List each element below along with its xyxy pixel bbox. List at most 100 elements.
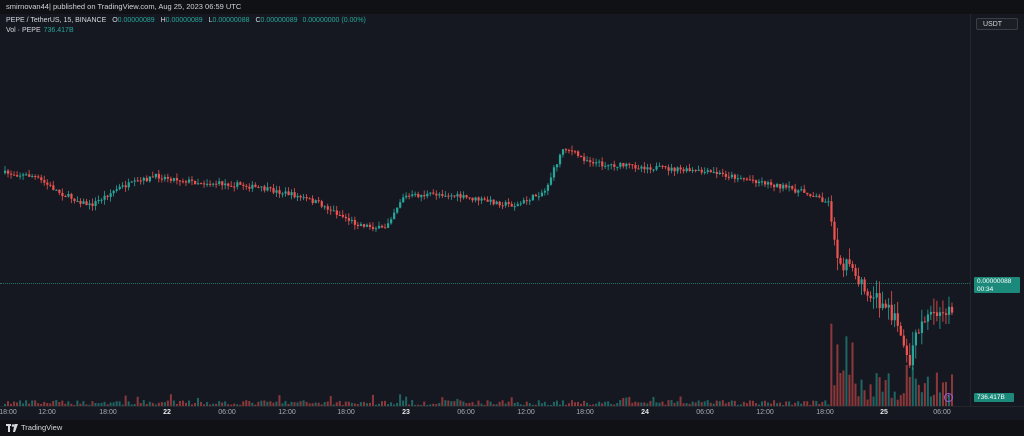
candle-body [148, 176, 151, 182]
candle-body [61, 192, 64, 197]
candle-body [507, 202, 510, 204]
publish-info: smirnovan44| published on TradingView.co… [6, 2, 242, 11]
candle-body [724, 173, 728, 177]
time-label: 06:00 [457, 409, 475, 416]
candle-body [884, 303, 887, 308]
candle-body [504, 202, 507, 206]
candle-body [489, 199, 492, 202]
candle-body [646, 167, 649, 170]
time-label: 18:00 [0, 409, 17, 416]
volume-bar [878, 377, 881, 406]
candle-body [34, 176, 37, 178]
candle-body [890, 304, 893, 321]
candle-body [932, 311, 936, 313]
candle-body [368, 224, 372, 227]
candle-body [498, 201, 501, 206]
candle-body [694, 169, 697, 171]
lightning-event-icon[interactable]: ⚡ [944, 393, 953, 402]
candle-body [242, 184, 245, 186]
candle-body [447, 195, 450, 197]
volume-bar [884, 380, 887, 406]
currency-button[interactable]: USDT [976, 18, 1018, 30]
candle-body [19, 175, 22, 177]
candle-body [483, 198, 486, 200]
candle-body [673, 167, 676, 172]
candle-body [396, 207, 399, 213]
candle-body [91, 203, 94, 207]
candle-body [133, 180, 136, 182]
candle-body [516, 204, 519, 207]
bar-countdown: 00:34 [977, 285, 994, 293]
volume-bar [923, 383, 926, 406]
candle-body [67, 194, 70, 197]
price-axis[interactable] [970, 14, 1024, 406]
candle-body [52, 185, 55, 190]
candle-body [203, 183, 206, 185]
volume-bar [851, 342, 854, 406]
candle-body [528, 200, 531, 202]
candle-body [583, 156, 586, 161]
candle-body [688, 168, 691, 172]
candle-body [359, 224, 363, 227]
candle-body [546, 184, 550, 191]
volume-bar [278, 395, 281, 406]
candle-body [112, 190, 115, 194]
volume-bar [872, 396, 875, 406]
candle-body [224, 183, 227, 186]
volume-bar [405, 396, 408, 406]
time-label: 06:00 [933, 409, 951, 416]
candle-body [519, 203, 522, 205]
candle-body [43, 180, 46, 183]
candle-body [652, 169, 655, 171]
candle-body [938, 312, 942, 317]
candle-body [411, 194, 414, 196]
candle-body [468, 197, 471, 199]
time-axis[interactable]: 18:00 12:00 18:00 22 06:00 12:00 18:00 23 06:00 1… [0, 406, 1024, 420]
volume-bar [848, 374, 851, 406]
symbol-label[interactable]: PEPE / TetherUS, 15, BINANCE [6, 17, 106, 24]
last-price-tag: 0.00000088 00:34 [974, 277, 1020, 293]
candle-body [679, 167, 682, 170]
candle-body [248, 186, 251, 189]
candle-body [721, 172, 724, 174]
candle-body [706, 170, 709, 172]
volume-bar [857, 396, 860, 406]
volume-bar [881, 391, 884, 406]
candle-body [709, 170, 712, 173]
candle-body [166, 176, 170, 179]
candle-body [872, 297, 875, 299]
candle-body [209, 183, 212, 185]
volume-bar [890, 397, 893, 406]
candle-body [920, 321, 924, 334]
volume-bar [938, 392, 941, 406]
candle-body [854, 267, 857, 276]
volume-bar [833, 385, 836, 406]
tradingview-brand[interactable]: TradingView [6, 420, 62, 436]
candle-body [929, 311, 933, 315]
candle-body [685, 168, 688, 172]
candle-body [625, 163, 628, 167]
candle-body [495, 201, 498, 205]
candle-body [172, 178, 176, 181]
volume-bar [929, 396, 932, 406]
candlestick-chart[interactable] [0, 14, 970, 406]
candle-body [184, 181, 188, 183]
candle-body [682, 169, 685, 172]
candle-body [821, 197, 824, 202]
candle-body [742, 178, 746, 180]
candle-body [851, 264, 854, 268]
time-label: 25 [880, 409, 888, 416]
legend-volume-row: Vol · PEPE 736.417B [6, 26, 366, 36]
candle-body [866, 291, 869, 296]
volume-label[interactable]: Vol · PEPE [6, 27, 41, 34]
volume-bar [652, 396, 655, 406]
candle-body [332, 210, 335, 212]
candle-body [522, 200, 525, 204]
candle-body [70, 194, 73, 199]
candle-body [281, 193, 284, 195]
candle-body [622, 163, 625, 167]
volume-bar [860, 379, 863, 406]
candle-body [329, 209, 332, 211]
candle-body [604, 165, 607, 167]
candle-body [139, 180, 142, 182]
